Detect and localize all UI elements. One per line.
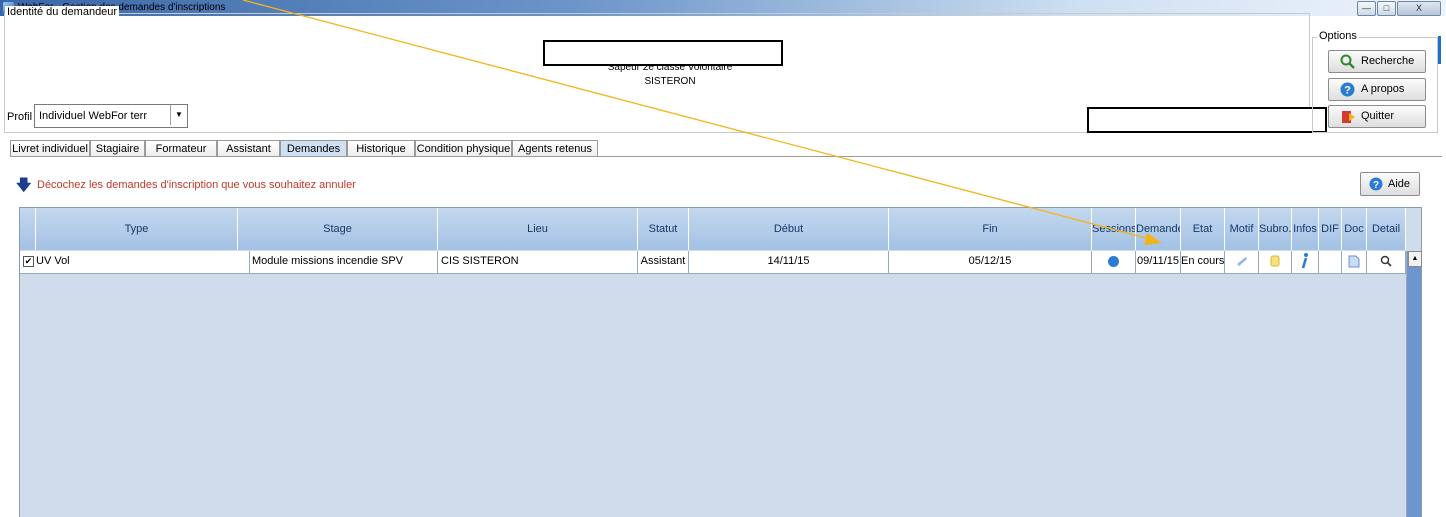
annotation-overlay <box>242 0 1162 245</box>
annotation-arrow-head <box>1144 233 1162 245</box>
annotation-arrow-line <box>242 0 1151 240</box>
